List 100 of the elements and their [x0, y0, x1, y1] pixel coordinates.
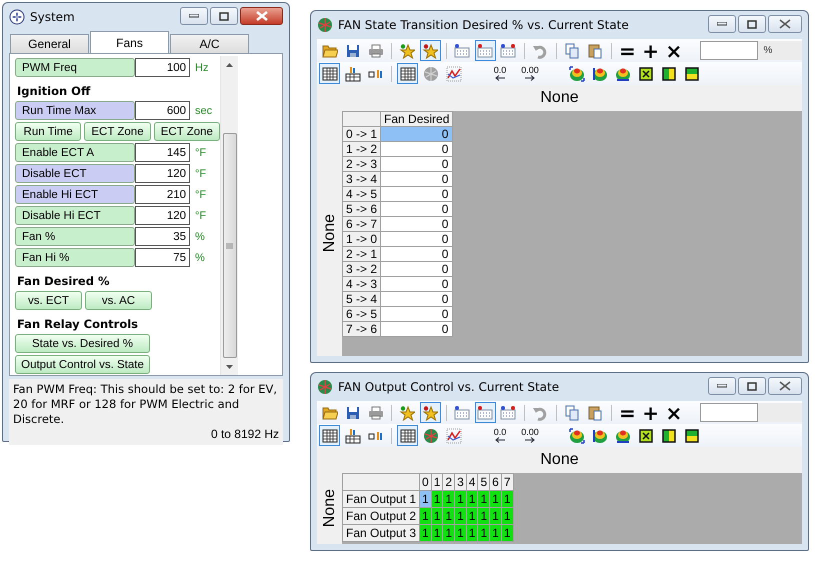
table-icon[interactable]	[319, 63, 340, 84]
table-cell[interactable]: 0	[380, 142, 453, 156]
field-label: PWM Freq	[15, 58, 135, 77]
value-field[interactable]: 100	[135, 58, 190, 77]
column-header: 1	[431, 474, 443, 490]
axis-title: None	[540, 88, 579, 108]
axis-title: None	[540, 450, 579, 470]
maximize-icon	[219, 12, 229, 20]
table-button[interactable]: vs. ECT	[15, 291, 82, 310]
table-cell[interactable]: 0	[380, 216, 453, 232]
maximize-button[interactable]	[738, 377, 766, 395]
column-header: 6	[490, 474, 502, 490]
table-cell[interactable]: 0	[380, 186, 453, 202]
value-field[interactable]: 35	[135, 227, 190, 246]
row-header: 2 -> 3	[342, 156, 381, 172]
mesh-icon	[317, 379, 333, 395]
table-cell[interactable]: 0	[380, 202, 453, 216]
row-header: Fan Output 3	[342, 524, 420, 542]
toolbar-button[interactable]: +	[640, 402, 662, 423]
table-cell[interactable]: 0	[380, 156, 453, 172]
maximize-icon	[747, 382, 757, 390]
table-cell[interactable]: 0	[380, 172, 453, 186]
toolbar-button[interactable]: =	[616, 402, 638, 423]
value-field[interactable]: 120	[135, 164, 190, 183]
close-button[interactable]	[768, 15, 802, 33]
table-button[interactable]: Output Control vs. State	[15, 355, 150, 374]
table-cell[interactable]: 0	[380, 276, 453, 292]
fan-icon	[9, 9, 25, 25]
unit-label: °F	[195, 146, 206, 158]
scrollbar[interactable]	[220, 56, 238, 375]
help-text: Fan PWM Freq: This should be set to: 2 for EV, 20 for MRF or 128 for PWM Electric and Discrete.	[13, 382, 278, 427]
star-icon[interactable]	[420, 40, 441, 61]
table-cell[interactable]: 0	[380, 126, 453, 142]
decimal-button[interactable]: 0.0	[486, 425, 514, 446]
tab[interactable]: A/C	[170, 34, 249, 53]
window-title: FAN Output Control vs. Current State	[338, 380, 560, 394]
row-header: 0 -> 1	[342, 126, 381, 142]
minimize-button[interactable]	[708, 15, 736, 33]
tab[interactable]: General	[10, 34, 89, 53]
maximize-button[interactable]	[210, 7, 238, 25]
minimize-button[interactable]	[708, 377, 736, 395]
column-header: 7	[501, 474, 514, 490]
table-button[interactable]: State vs. Desired %	[15, 334, 150, 353]
unit-label: %	[195, 252, 205, 264]
table-cell[interactable]: 0	[380, 322, 453, 336]
toolbar-button[interactable]: ×	[663, 402, 684, 423]
toolbar-button[interactable]: =	[616, 40, 638, 61]
row-header: 6 -> 7	[342, 216, 381, 232]
maximize-button[interactable]	[738, 15, 766, 33]
table-cell[interactable]: 0	[380, 262, 453, 276]
table-cell[interactable]: 0	[380, 232, 453, 246]
decimal-button[interactable]: 0.00	[516, 425, 544, 446]
close-icon	[779, 381, 791, 391]
minimize-button[interactable]	[180, 7, 208, 25]
unit-label: °F	[195, 210, 206, 222]
grip-icon	[226, 242, 233, 248]
table-icon[interactable]	[319, 425, 340, 446]
value-field[interactable]: 145	[135, 143, 190, 162]
table-button[interactable]: vs. AC	[85, 291, 152, 310]
grid-icon[interactable]	[474, 402, 496, 423]
row-header: 5 -> 6	[342, 202, 381, 216]
table-button[interactable]: ECT Zone	[84, 122, 151, 141]
tab[interactable]: Fans	[90, 31, 169, 53]
table-cell[interactable]: 0	[380, 292, 453, 306]
close-button[interactable]	[768, 377, 802, 395]
window-title: System	[30, 10, 76, 24]
left-arrow-icon	[495, 75, 505, 81]
row-header: 7 -> 6	[342, 322, 381, 336]
value-input[interactable]	[700, 403, 758, 422]
minimize-icon	[717, 384, 727, 388]
field-label: Disable ECT	[15, 164, 135, 183]
row-header: Fan Output 1	[342, 490, 420, 508]
table-button[interactable]: ECT Zone	[154, 122, 220, 141]
minimize-icon	[717, 22, 727, 26]
table-icon[interactable]	[397, 63, 418, 84]
column-header: 5	[478, 474, 490, 490]
unit-label: Hz	[195, 62, 208, 74]
decimal-button[interactable]: 0.00	[516, 63, 544, 84]
row-header: 1 -> 0	[342, 232, 381, 246]
field-label: Run Time Max	[15, 101, 135, 120]
close-button[interactable]	[240, 7, 283, 25]
decimal-button[interactable]: 0.0	[486, 63, 514, 84]
window-title: FAN State Transition Desired % vs. Current State	[338, 18, 630, 32]
star-icon[interactable]	[420, 402, 441, 423]
value-field[interactable]: 120	[135, 206, 190, 225]
table-cell[interactable]: 0	[380, 306, 453, 322]
table-icon[interactable]	[397, 425, 418, 446]
value-input[interactable]	[700, 41, 758, 60]
table-cell[interactable]: 0	[380, 246, 453, 262]
toolbar-button[interactable]: +	[640, 40, 662, 61]
grid-icon[interactable]	[474, 40, 496, 61]
value-field[interactable]: 75	[135, 248, 190, 267]
column-header: Fan Desired	[380, 112, 453, 126]
value-field[interactable]: 210	[135, 185, 190, 204]
field-label: Fan %	[15, 227, 135, 246]
toolbar-button[interactable]: ×	[663, 40, 684, 61]
table-button[interactable]: Run Time	[15, 122, 82, 141]
row-header: 6 -> 5	[342, 306, 381, 322]
column-header: 3	[454, 474, 466, 490]
value-field[interactable]: 600	[135, 101, 190, 120]
